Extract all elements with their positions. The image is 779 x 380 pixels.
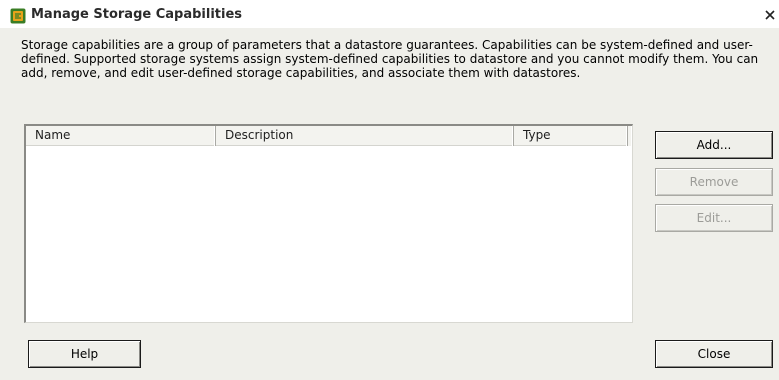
column-header-name[interactable]: Name (26, 126, 216, 146)
list-header: Name Description Type (26, 126, 631, 146)
title-bar: Manage Storage Capabilities (0, 0, 779, 28)
close-button[interactable]: Close (655, 340, 773, 368)
remove-button[interactable]: Remove (655, 168, 773, 196)
close-icon[interactable] (763, 8, 777, 22)
manage-storage-capabilities-dialog: Manage Storage Capabilities Storage capa… (0, 0, 779, 380)
vsphere-app-icon (10, 8, 26, 24)
add-button[interactable]: Add... (655, 131, 773, 159)
edit-button[interactable]: Edit... (655, 204, 773, 232)
column-header-type[interactable]: Type (514, 126, 628, 146)
capabilities-list[interactable]: Name Description Type (24, 124, 633, 323)
list-body[interactable] (26, 146, 631, 321)
dialog-title: Manage Storage Capabilities (31, 7, 243, 22)
help-button[interactable]: Help (28, 340, 141, 368)
column-header-description[interactable]: Description (216, 126, 514, 146)
dialog-description: Storage capabilities are a group of para… (21, 38, 759, 80)
